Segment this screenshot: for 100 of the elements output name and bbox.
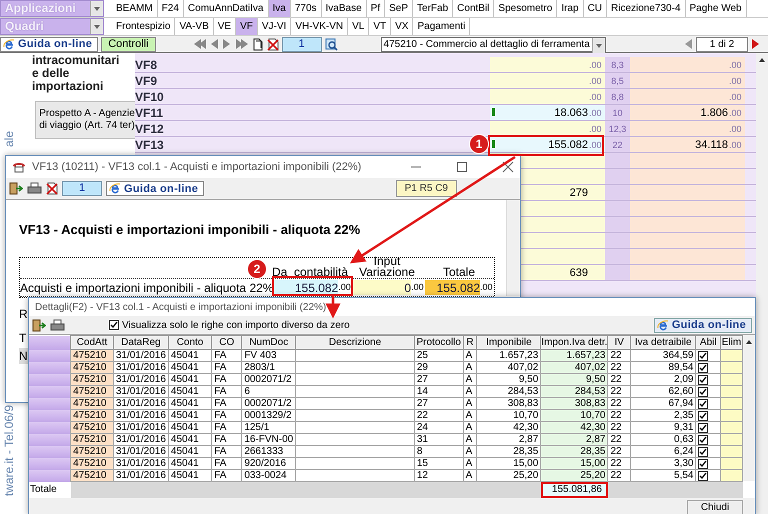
rate-cell: 8,3 — [605, 57, 630, 72]
help-button[interactable]: Guida on-line — [0, 36, 98, 52]
table-cell: 31/01/2016 — [113, 410, 168, 422]
window-title: Dettagli(F2) - VF13 col.1 - Acquisti e importazioni imponibili (22%) — [35, 302, 326, 312]
table-cell: FV 403 — [242, 350, 296, 362]
tax-field[interactable]: 1.806.00 — [630, 105, 745, 120]
column-header[interactable]: Impon.Iva detr. — [540, 336, 608, 350]
section-tab[interactable]: VF — [236, 18, 258, 35]
table-cell: 89,54 — [630, 362, 696, 374]
table-cell: 9,50 — [476, 374, 541, 386]
table-cell: 0001329/2 — [242, 410, 296, 422]
table-cell: 364,59 — [630, 350, 696, 362]
row-code: VF8 — [135, 57, 158, 72]
table-cell: 1.657,23 — [476, 350, 541, 362]
table-cell: 31/01/2016 — [113, 422, 168, 434]
table-cell: 284,53 — [540, 386, 608, 398]
table-cell: 1.657,23 — [540, 350, 608, 362]
table-cell: 15,00 — [540, 458, 608, 470]
row-code: VF13 — [135, 137, 165, 152]
column-header[interactable]: CO — [212, 336, 242, 350]
app-tab[interactable]: Iva — [268, 0, 291, 17]
table-cell: 475210 — [70, 434, 114, 446]
table-cell: 31/01/2016 — [113, 458, 168, 470]
column-header: Input Variazione — [358, 256, 416, 278]
column-header[interactable]: IV — [608, 336, 631, 350]
tax-field[interactable]: .00 — [630, 121, 745, 136]
table-cell: 12 — [414, 470, 464, 482]
column-header[interactable]: R — [463, 336, 477, 350]
tax-field[interactable]: .00 — [630, 89, 745, 104]
table-cell: 24 — [414, 422, 464, 434]
amount-field[interactable]: 18.063.00 — [490, 105, 605, 120]
amount-field[interactable]: .00 — [490, 89, 605, 104]
sidebar-text: ale — [1, 131, 17, 148]
checks-button[interactable]: Controlli — [101, 36, 156, 52]
column-header[interactable]: Abil — [696, 336, 721, 350]
column-header[interactable]: CodAtt — [70, 336, 114, 350]
table-cell: 475210 — [70, 446, 114, 458]
table-cell: 407,02 — [540, 362, 608, 374]
table-cell: 15 — [414, 458, 464, 470]
table-cell: 475210 — [70, 470, 114, 482]
column-header[interactable]: DataReg — [113, 336, 168, 350]
table-cell: 6,24 — [630, 446, 696, 458]
table-cell: 125/1 — [242, 422, 296, 434]
column-header[interactable]: Conto — [168, 336, 212, 350]
rate-cell: 22 — [605, 137, 630, 152]
table-cell: 62,60 — [630, 386, 696, 398]
column-header[interactable]: Elim — [720, 336, 742, 350]
column-header[interactable]: Descrizione — [296, 336, 414, 350]
pager-field[interactable]: 1 di 2 — [696, 36, 748, 52]
table-cell: 0002071/2 — [242, 398, 296, 410]
amount-field[interactable]: .00 — [490, 57, 605, 72]
close-button[interactable]: Chiudi — [687, 500, 743, 514]
table-cell: 28,35 — [540, 446, 608, 458]
column-header: Totale — [442, 267, 476, 278]
table-cell: 2803/1 — [242, 362, 296, 374]
table-cell: 920/2016 — [242, 458, 296, 470]
table-cell: 31/01/2016 — [113, 446, 168, 458]
table-cell: 2,87 — [476, 434, 541, 446]
table-cell: 475210 — [70, 422, 114, 434]
row-label: N — [19, 348, 28, 364]
table-cell: 22 — [414, 410, 464, 422]
total-label: Totale — [30, 484, 57, 496]
table-cell: 42,30 — [540, 422, 608, 434]
column-header: Da contabilità — [270, 267, 350, 278]
tax-field[interactable]: .00 — [630, 57, 745, 72]
amount-field[interactable]: .00 — [490, 121, 605, 136]
amount-field[interactable]: 155.082.00 — [490, 137, 605, 152]
activity-select[interactable]: 475210 - Commercio al dettaglio di ferramenta — [380, 36, 606, 52]
column-header[interactable]: Iva detraibile — [630, 336, 696, 350]
help-button[interactable]: Guida on-line — [106, 181, 204, 196]
table-cell: 14 — [414, 386, 464, 398]
column-header[interactable]: Imponibile — [476, 336, 541, 350]
page-field[interactable]: 1 — [282, 36, 322, 52]
table-cell: 475210 — [70, 362, 114, 374]
window-title: VF13 (10211) - VF13 col.1 - Acquisti e importazioni imponibili (22%) — [32, 161, 362, 173]
table-cell: 29 — [414, 362, 464, 374]
table-cell: 2,87 — [540, 434, 608, 446]
page-field[interactable]: 1 — [62, 181, 102, 196]
table-cell: 31/01/2016 — [113, 374, 168, 386]
table-cell: 10,70 — [476, 410, 541, 422]
table-cell: 31/01/2016 — [113, 386, 168, 398]
amount-field[interactable]: .00 — [490, 73, 605, 88]
table-cell: 31 — [414, 434, 464, 446]
table-cell: 475210 — [70, 374, 114, 386]
rate-cell: 10 — [605, 105, 630, 120]
table-cell: 9,50 — [540, 374, 608, 386]
row-label: R — [19, 306, 28, 322]
column-header[interactable]: NumDoc — [242, 336, 296, 350]
help-button[interactable]: Guida on-line — [654, 318, 752, 332]
tax-field[interactable]: .00 — [630, 73, 745, 88]
table-cell: 67,94 — [630, 398, 696, 410]
table-cell: 3,30 — [630, 458, 696, 470]
column-header[interactable]: Protocollo — [414, 336, 464, 350]
row-code: VF9 — [135, 73, 158, 88]
sidebar-text: tware.it - Tel.06/9 — [1, 405, 17, 496]
table-cell: 28,35 — [476, 446, 541, 458]
cell-reference: P1 R5 C9 — [396, 180, 457, 197]
table-cell: 16-FVN-00 — [242, 434, 296, 446]
tax-field[interactable]: 34.118.00 — [630, 137, 745, 152]
table-cell: 27 — [414, 374, 464, 386]
